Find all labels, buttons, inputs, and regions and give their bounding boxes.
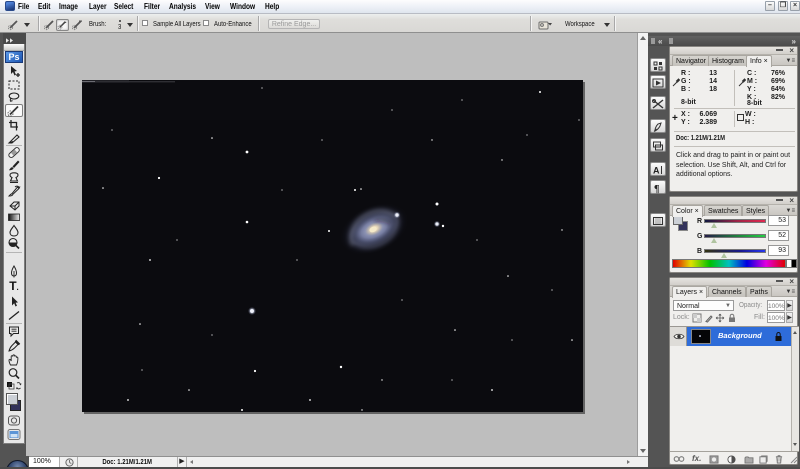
svg-text:¶: ¶ [654,184,659,194]
svg-text:A: A [653,166,660,176]
